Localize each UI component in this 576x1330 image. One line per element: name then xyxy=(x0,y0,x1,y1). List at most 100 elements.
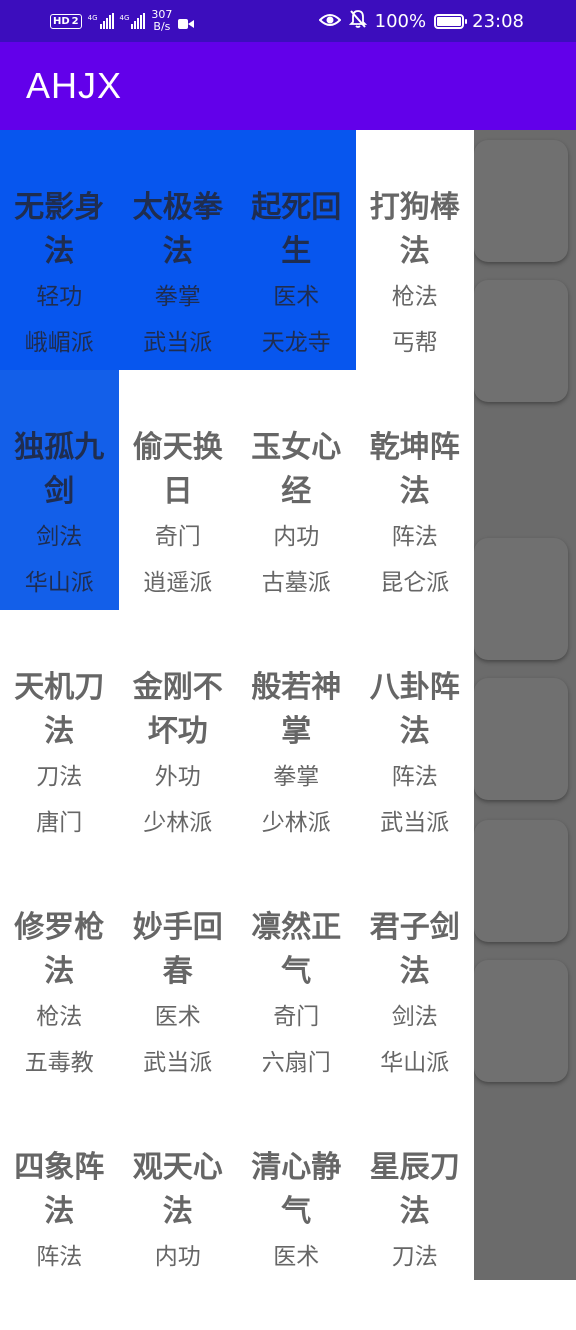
skill-category: 医术 xyxy=(273,1244,320,1270)
drawer-card[interactable] xyxy=(474,538,568,660)
skill-card[interactable]: 四象阵法 阵法 xyxy=(0,1090,119,1330)
skill-name: 清心静气 xyxy=(251,1150,342,1229)
skill-card[interactable]: 打狗棒法 枪法 丐帮 xyxy=(356,130,475,370)
clock: 23:08 xyxy=(472,10,524,32)
network-type-1: 4G xyxy=(87,14,98,22)
skill-category: 拳掌 xyxy=(273,764,320,790)
skill-category: 枪法 xyxy=(391,284,438,310)
skill-sect: 少林派 xyxy=(261,810,331,836)
skill-category: 内功 xyxy=(273,524,320,550)
drawer-card[interactable] xyxy=(474,678,568,800)
status-bar: HD 2 4G 4G 307 B/s 100% 23:08 xyxy=(0,0,576,42)
app-title: AHJX xyxy=(26,65,123,106)
skill-card[interactable]: 妙手回春 医术 武当派 xyxy=(119,850,238,1090)
drawer-card[interactable] xyxy=(474,280,568,402)
skill-card[interactable]: 偷天换日 奇门 逍遥派 xyxy=(119,370,238,610)
skill-sect: 古墓派 xyxy=(261,570,331,596)
skill-name: 星辰刀法 xyxy=(369,1150,460,1229)
skill-card[interactable]: 凛然正气 奇门 六扇门 xyxy=(237,850,356,1090)
eye-icon xyxy=(318,11,342,32)
skill-category: 轻功 xyxy=(36,284,83,310)
signal-2-icon: 4G xyxy=(120,13,146,29)
drawer-card[interactable] xyxy=(474,140,568,262)
skill-card[interactable]: 天机刀法 刀法 唐门 xyxy=(0,610,119,850)
skill-sect: 华山派 xyxy=(380,1050,450,1076)
skill-sect: 昆仑派 xyxy=(380,570,450,596)
skill-sect: 华山派 xyxy=(24,570,94,596)
skill-card[interactable]: 独孤九剑 剑法 华山派 xyxy=(0,370,119,610)
skill-card[interactable]: 般若神掌 拳掌 少林派 xyxy=(237,610,356,850)
skill-sect: 武当派 xyxy=(380,810,450,836)
hd-voice-icon: HD 2 xyxy=(50,13,82,29)
skill-category: 外功 xyxy=(154,764,201,790)
skill-card[interactable]: 君子剑法 剑法 华山派 xyxy=(356,850,475,1090)
skill-name: 乾坤阵法 xyxy=(369,430,460,509)
skill-category: 内功 xyxy=(154,1244,201,1270)
skill-card[interactable]: 清心静气 医术 xyxy=(237,1090,356,1330)
skill-name: 起死回生 xyxy=(251,190,342,269)
status-right-group: 100% 23:08 xyxy=(318,0,524,42)
skill-card[interactable]: 无影身法 轻功 峨嵋派 xyxy=(0,130,119,370)
skill-name: 观天心法 xyxy=(132,1150,223,1229)
net-speed-unit: B/s xyxy=(153,20,171,33)
skill-card[interactable]: 太极拳法 拳掌 武当派 xyxy=(118,130,237,370)
drawer-card[interactable] xyxy=(474,960,568,1082)
sim-number: 2 xyxy=(71,15,79,27)
skill-card[interactable]: 修罗枪法 枪法 五毒教 xyxy=(0,850,119,1090)
skill-sect: 六扇门 xyxy=(261,1050,331,1076)
drawer-card[interactable] xyxy=(474,820,568,942)
skill-name: 四象阵法 xyxy=(14,1150,105,1229)
skill-category: 剑法 xyxy=(36,524,83,550)
skill-category: 剑法 xyxy=(391,1004,438,1030)
skill-category: 医术 xyxy=(154,1004,201,1030)
signal-1-icon: 4G xyxy=(88,13,114,29)
status-left-group: HD 2 4G 4G 307 B/s xyxy=(50,0,195,42)
skill-name: 玉女心经 xyxy=(251,430,342,509)
skill-sect: 五毒教 xyxy=(24,1050,94,1076)
skill-name: 独孤九剑 xyxy=(14,430,105,509)
skill-sect: 峨嵋派 xyxy=(24,330,94,356)
skill-name: 偷天换日 xyxy=(132,430,223,509)
skill-card[interactable]: 星辰刀法 刀法 xyxy=(356,1090,475,1330)
skill-card[interactable]: 乾坤阵法 阵法 昆仑派 xyxy=(356,370,475,610)
skill-card[interactable]: 观天心法 内功 xyxy=(119,1090,238,1330)
skill-name: 修罗枪法 xyxy=(14,910,105,989)
skill-category: 奇门 xyxy=(273,1004,320,1030)
skill-grid: 无影身法 轻功 峨嵋派 太极拳法 拳掌 武当派 起死回生 医术 天龙寺 打狗棒法 枪法 丐帮 独孤九剑剑… xyxy=(0,130,474,1330)
skill-category: 刀法 xyxy=(391,1244,438,1270)
battery-icon xyxy=(434,13,468,29)
skill-name: 太极拳法 xyxy=(132,190,223,269)
skill-sect: 天龙寺 xyxy=(261,330,331,356)
skill-name: 妙手回春 xyxy=(132,910,223,989)
skill-sect: 唐门 xyxy=(36,810,83,836)
skill-sect: 少林派 xyxy=(143,810,213,836)
skill-sect: 武当派 xyxy=(143,1050,213,1076)
skill-name: 天机刀法 xyxy=(14,670,105,749)
side-drawer-scrim[interactable] xyxy=(474,130,576,1280)
skill-category: 阵法 xyxy=(391,524,438,550)
skill-sect: 武当派 xyxy=(143,330,213,356)
skill-card[interactable]: 八卦阵法 阵法 武当派 xyxy=(356,610,475,850)
skill-card[interactable]: 玉女心经 内功 古墓派 xyxy=(237,370,356,610)
skill-category: 刀法 xyxy=(36,764,83,790)
skill-category: 阵法 xyxy=(36,1244,83,1270)
app-bar: AHJX xyxy=(0,42,576,130)
skill-category: 阵法 xyxy=(391,764,438,790)
hd-label: HD xyxy=(53,15,70,27)
skill-name: 八卦阵法 xyxy=(369,670,460,749)
skill-card[interactable]: 起死回生 医术 天龙寺 xyxy=(237,130,356,370)
video-camera-icon xyxy=(178,15,195,29)
skill-category: 奇门 xyxy=(154,524,201,550)
skill-name: 般若神掌 xyxy=(251,670,342,749)
bell-muted-icon xyxy=(348,9,367,34)
skill-card[interactable]: 金刚不坏功外功少林派 xyxy=(119,610,238,850)
skill-name: 打狗棒法 xyxy=(369,190,460,269)
network-type-2: 4G xyxy=(119,14,130,22)
skill-name: 君子剑法 xyxy=(369,910,460,989)
battery-percent: 100% xyxy=(374,10,427,32)
skill-sect: 丐帮 xyxy=(391,330,438,356)
skill-category: 医术 xyxy=(273,284,320,310)
skill-name: 凛然正气 xyxy=(251,910,342,989)
skill-name: 金刚不坏功 xyxy=(132,670,223,749)
skill-category: 枪法 xyxy=(36,1004,83,1030)
